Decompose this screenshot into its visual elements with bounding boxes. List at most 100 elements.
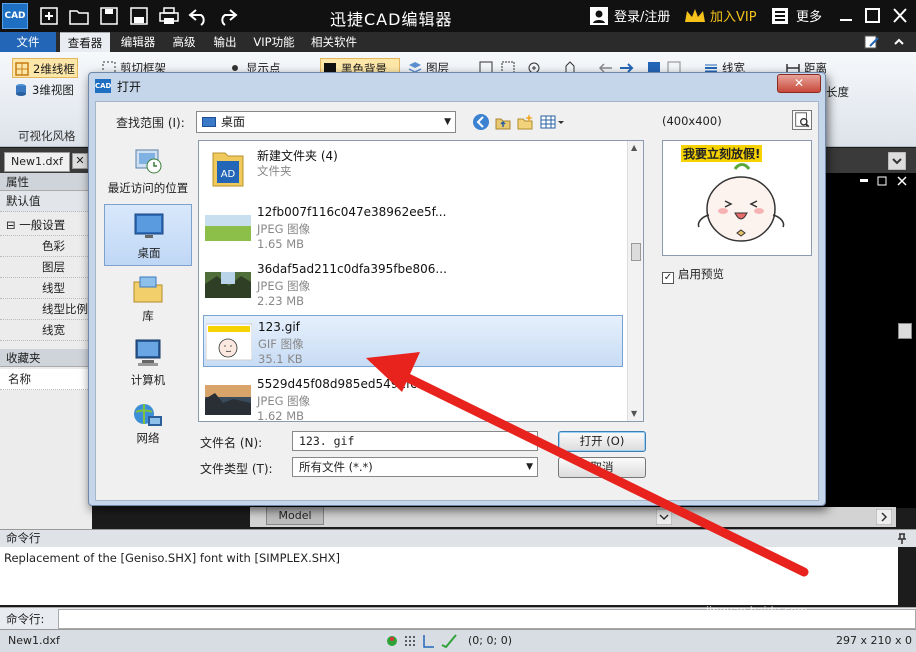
close-document-icon[interactable]: ✕	[72, 153, 88, 169]
file-name: 新建文件夹 (4)	[257, 149, 338, 163]
more-menu-icon[interactable]	[772, 8, 788, 24]
command-header-label: 命令行	[6, 531, 41, 545]
tab-output[interactable]: 输出	[206, 32, 244, 52]
scroll-up-icon[interactable]: ▲	[631, 143, 637, 152]
file-size: 35.1 KB	[258, 352, 303, 366]
gif-thumbnail-icon	[206, 323, 252, 361]
undo-icon[interactable]	[188, 6, 210, 26]
back-icon[interactable]	[472, 113, 490, 131]
new-folder-icon[interactable]	[516, 113, 534, 131]
property-color[interactable]: 色彩	[0, 236, 92, 257]
property-linetype[interactable]: 线型	[0, 278, 92, 299]
file-name: 5529d45f08d985ed5491fc...	[257, 377, 429, 391]
wireframe-2d-label: 2维线框	[33, 62, 75, 76]
tab-related-software[interactable]: 相关软件	[304, 32, 364, 52]
print-icon[interactable]	[158, 6, 180, 26]
model-tab[interactable]: Model	[266, 507, 324, 525]
open-folder-icon[interactable]	[68, 6, 90, 26]
tab-vip[interactable]: VIP功能	[248, 32, 300, 52]
scroll-thumb[interactable]	[631, 243, 641, 261]
tab-editor[interactable]: 编辑器	[114, 32, 162, 52]
file-list-scrollbar[interactable]: ▲ ▼	[627, 141, 643, 421]
general-settings-section[interactable]: ⊟ 一般设置	[0, 215, 92, 236]
preview-pane: 我要立刻放假!	[662, 140, 812, 256]
computer-icon	[135, 339, 161, 366]
chevron-down-icon: ▼	[526, 462, 533, 472]
scroll-down-arrow-icon[interactable]: ▼	[631, 409, 637, 418]
command-input-label: 命令行:	[6, 612, 45, 626]
canvas-scroll-thumb[interactable]	[898, 323, 912, 339]
filename-label: 文件名 (N):	[200, 436, 263, 450]
window-title: 迅捷CAD编辑器	[330, 10, 453, 29]
favorites-header: 收藏夹	[0, 349, 92, 367]
wireframe-icon	[15, 62, 29, 76]
file-item[interactable]: 36daf5ad211c0dfa395fbe806... JPEG 图像 2.2…	[203, 258, 623, 310]
checkbox-checked-icon: ✓	[662, 272, 674, 284]
new-file-icon[interactable]	[38, 6, 60, 26]
watermark-brand: Baidu 经验	[692, 574, 826, 602]
user-icon[interactable]	[590, 7, 608, 25]
filetype-select[interactable]: 所有文件 (*.*) ▼	[292, 457, 538, 477]
app-logo-icon[interactable]: CAD	[2, 3, 28, 29]
property-layer[interactable]: 图层	[0, 257, 92, 278]
tab-advanced[interactable]: 高级	[166, 32, 202, 52]
crown-icon	[685, 9, 705, 22]
file-item[interactable]: 5529d45f08d985ed5491fc... JPEG 图像 1.62 M…	[203, 373, 623, 421]
open-button[interactable]: 打开 (O)	[558, 431, 646, 452]
look-in-select[interactable]: 桌面 ▼	[196, 111, 456, 133]
redo-icon[interactable]	[216, 6, 238, 26]
file-name: 36daf5ad211c0dfa395fbe806...	[257, 262, 447, 276]
tab-viewer[interactable]: 查看器	[60, 32, 110, 52]
file-item[interactable]: 12fb007f116c047e38962ee5f... JPEG 图像 1.6…	[203, 201, 623, 253]
watermark-url: jingyan.baidu.com	[706, 604, 808, 617]
up-folder-icon[interactable]	[494, 113, 512, 131]
scroll-right-icon[interactable]	[876, 509, 892, 525]
more-link[interactable]: 更多	[796, 6, 822, 26]
login-register-link[interactable]: 登录/注册	[614, 6, 670, 26]
wireframe-2d-button[interactable]: 2维线框	[12, 58, 78, 78]
edit-note-icon[interactable]	[864, 34, 880, 50]
place-computer[interactable]: 计算机	[104, 332, 192, 394]
document-tab[interactable]: New1.dxf	[4, 152, 70, 172]
file-size: 2.23 MB	[257, 294, 305, 308]
ribbon-collapse-icon[interactable]	[892, 36, 906, 48]
place-desktop[interactable]: 桌面	[104, 204, 192, 266]
property-line-width[interactable]: 线宽	[0, 320, 92, 341]
snap-toggles-icon[interactable]	[384, 633, 464, 649]
chevron-down-icon: ▼	[444, 117, 451, 127]
canvas-window-controls-icon[interactable]	[856, 175, 912, 187]
tab-file[interactable]: 文件	[0, 32, 56, 52]
cartoon-preview-image	[697, 163, 785, 242]
file-type: 文件夹	[257, 164, 292, 178]
scroll-down-icon[interactable]	[656, 509, 672, 525]
dialog-title-bar[interactable]: CAD 打开 ✕	[89, 73, 825, 99]
enable-preview-checkbox[interactable]: ✓ 启用预览	[662, 266, 724, 284]
status-filename: New1.dxf	[8, 634, 60, 647]
tab-dropdown-icon[interactable]	[888, 152, 906, 170]
dialog-close-button[interactable]: ✕	[777, 74, 821, 93]
view-3d-button[interactable]: 3维视图	[12, 80, 82, 100]
place-network-label: 网络	[136, 431, 160, 445]
file-item-selected[interactable]: 123.gif GIF 图像 35.1 KB	[203, 315, 623, 367]
maximize-icon[interactable]	[858, 4, 886, 28]
place-network[interactable]: 网络	[104, 396, 192, 445]
place-recent[interactable]: 最近访问的位置	[104, 140, 192, 202]
preview-zoom-icon[interactable]	[792, 110, 812, 130]
image-thumbnail-icon	[205, 385, 251, 415]
pin-icon[interactable]	[896, 533, 908, 545]
minimize-icon[interactable]	[832, 4, 860, 28]
save-icon[interactable]	[98, 6, 120, 26]
file-name: 12fb007f116c047e38962ee5f...	[257, 205, 447, 219]
place-library[interactable]: 库	[104, 268, 192, 330]
property-linetype-scale[interactable]: 线型比例	[0, 299, 92, 320]
view-menu-icon[interactable]	[540, 113, 566, 131]
default-value-row[interactable]: 默认值	[0, 191, 92, 212]
join-vip-link[interactable]: 加入VIP	[710, 6, 757, 26]
save-as-icon[interactable]	[128, 6, 150, 26]
filename-input[interactable]: 123. gif	[292, 431, 538, 451]
cancel-button[interactable]: 取消	[558, 457, 646, 478]
file-type: JPEG 图像	[257, 222, 311, 236]
file-item[interactable]: AD 新建文件夹 (4) 文件夹	[203, 143, 623, 195]
window-close-icon[interactable]	[886, 4, 914, 28]
desktop-icon	[134, 213, 164, 238]
